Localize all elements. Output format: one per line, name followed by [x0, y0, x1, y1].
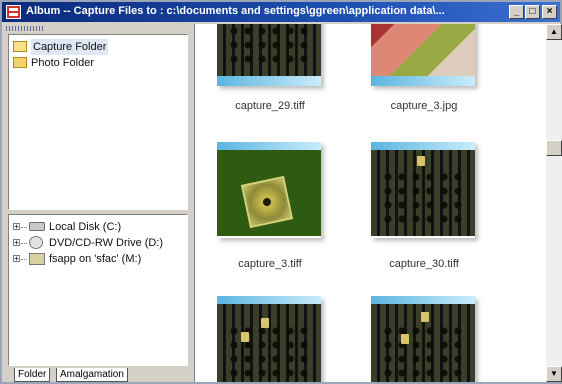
- tab-folder[interactable]: Folder: [14, 368, 51, 382]
- thumbnail-view: capture_29.tiff capture_3.jpg capture_3.…: [194, 24, 546, 382]
- cd-drive-icon: [29, 236, 43, 249]
- vertical-scrollbar[interactable]: ▲ ▼: [546, 24, 562, 382]
- expand-icon[interactable]: +: [13, 223, 20, 231]
- drive-item-dvd[interactable]: + DVD/CD-RW Drive (D:): [13, 235, 183, 251]
- close-button[interactable]: ×: [542, 5, 557, 19]
- scroll-thumb[interactable]: [546, 140, 562, 156]
- album-window: Album -- Capture Files to : c:\documents…: [0, 0, 562, 384]
- drive-item-local-disk[interactable]: + Local Disk (C:): [13, 219, 183, 235]
- thumbnail-image: [371, 304, 475, 382]
- thumbnail-image: [371, 150, 475, 236]
- expand-icon[interactable]: +: [13, 239, 20, 247]
- folder-item-label: Capture Folder: [31, 39, 109, 55]
- window-title: Album -- Capture Files to : c:\documents…: [26, 5, 445, 17]
- expand-icon[interactable]: +: [13, 255, 20, 263]
- thumbnail-filename: capture_29.tiff: [235, 100, 305, 112]
- thumbnail-capture-3-tiff[interactable]: [217, 142, 321, 238]
- thumbnail-filename: capture_30.tiff: [389, 258, 459, 270]
- thumbnail-image: [217, 150, 321, 236]
- panel-grip[interactable]: [6, 26, 44, 31]
- album-app-icon[interactable]: [6, 5, 21, 19]
- panel-tabs: Folder Amalgamation: [8, 368, 188, 382]
- scroll-down-arrow-icon[interactable]: ▼: [546, 366, 562, 382]
- scroll-up-arrow-icon[interactable]: ▲: [546, 24, 562, 40]
- drive-item-label: Local Disk (C:): [49, 221, 122, 233]
- thumbnail-capture-30[interactable]: [371, 142, 475, 238]
- folder-icon: [13, 57, 27, 68]
- drive-tree: + Local Disk (C:) + DVD/CD-RW Drive (D:)…: [8, 214, 188, 366]
- left-panel: Capture Folder Photo Folder + Local Disk…: [4, 24, 190, 382]
- thumbnail-filename: capture_3.tiff: [238, 258, 302, 270]
- drive-item-label: DVD/CD-RW Drive (D:): [49, 237, 164, 249]
- thumbnail-filename: capture_3.jpg: [390, 100, 458, 112]
- thumbnail-row3-right[interactable]: [371, 296, 475, 382]
- thumbnail-image: [217, 304, 321, 382]
- folder-list: Capture Folder Photo Folder: [8, 34, 188, 210]
- thumbnail-capture-3-jpg[interactable]: [371, 24, 475, 86]
- open-folder-icon: [13, 41, 27, 52]
- title-bar[interactable]: Album -- Capture Files to : c:\documents…: [2, 2, 560, 22]
- thumbnail-image: [217, 24, 321, 76]
- minimize-button[interactable]: _: [509, 5, 524, 19]
- thumbnail-image: [371, 24, 475, 76]
- drive-item-network[interactable]: + fsapp on 'sfac' (M:): [13, 251, 183, 267]
- tab-amalgamation[interactable]: Amalgamation: [56, 368, 128, 382]
- thumbnail-row3-left[interactable]: [217, 296, 321, 382]
- maximize-button[interactable]: □: [525, 5, 540, 19]
- hard-drive-icon: [29, 222, 45, 231]
- thumbnail-capture-29[interactable]: [217, 24, 321, 86]
- network-drive-icon: [29, 253, 45, 265]
- folder-item-label: Photo Folder: [31, 57, 94, 69]
- drive-item-label: fsapp on 'sfac' (M:): [49, 253, 142, 265]
